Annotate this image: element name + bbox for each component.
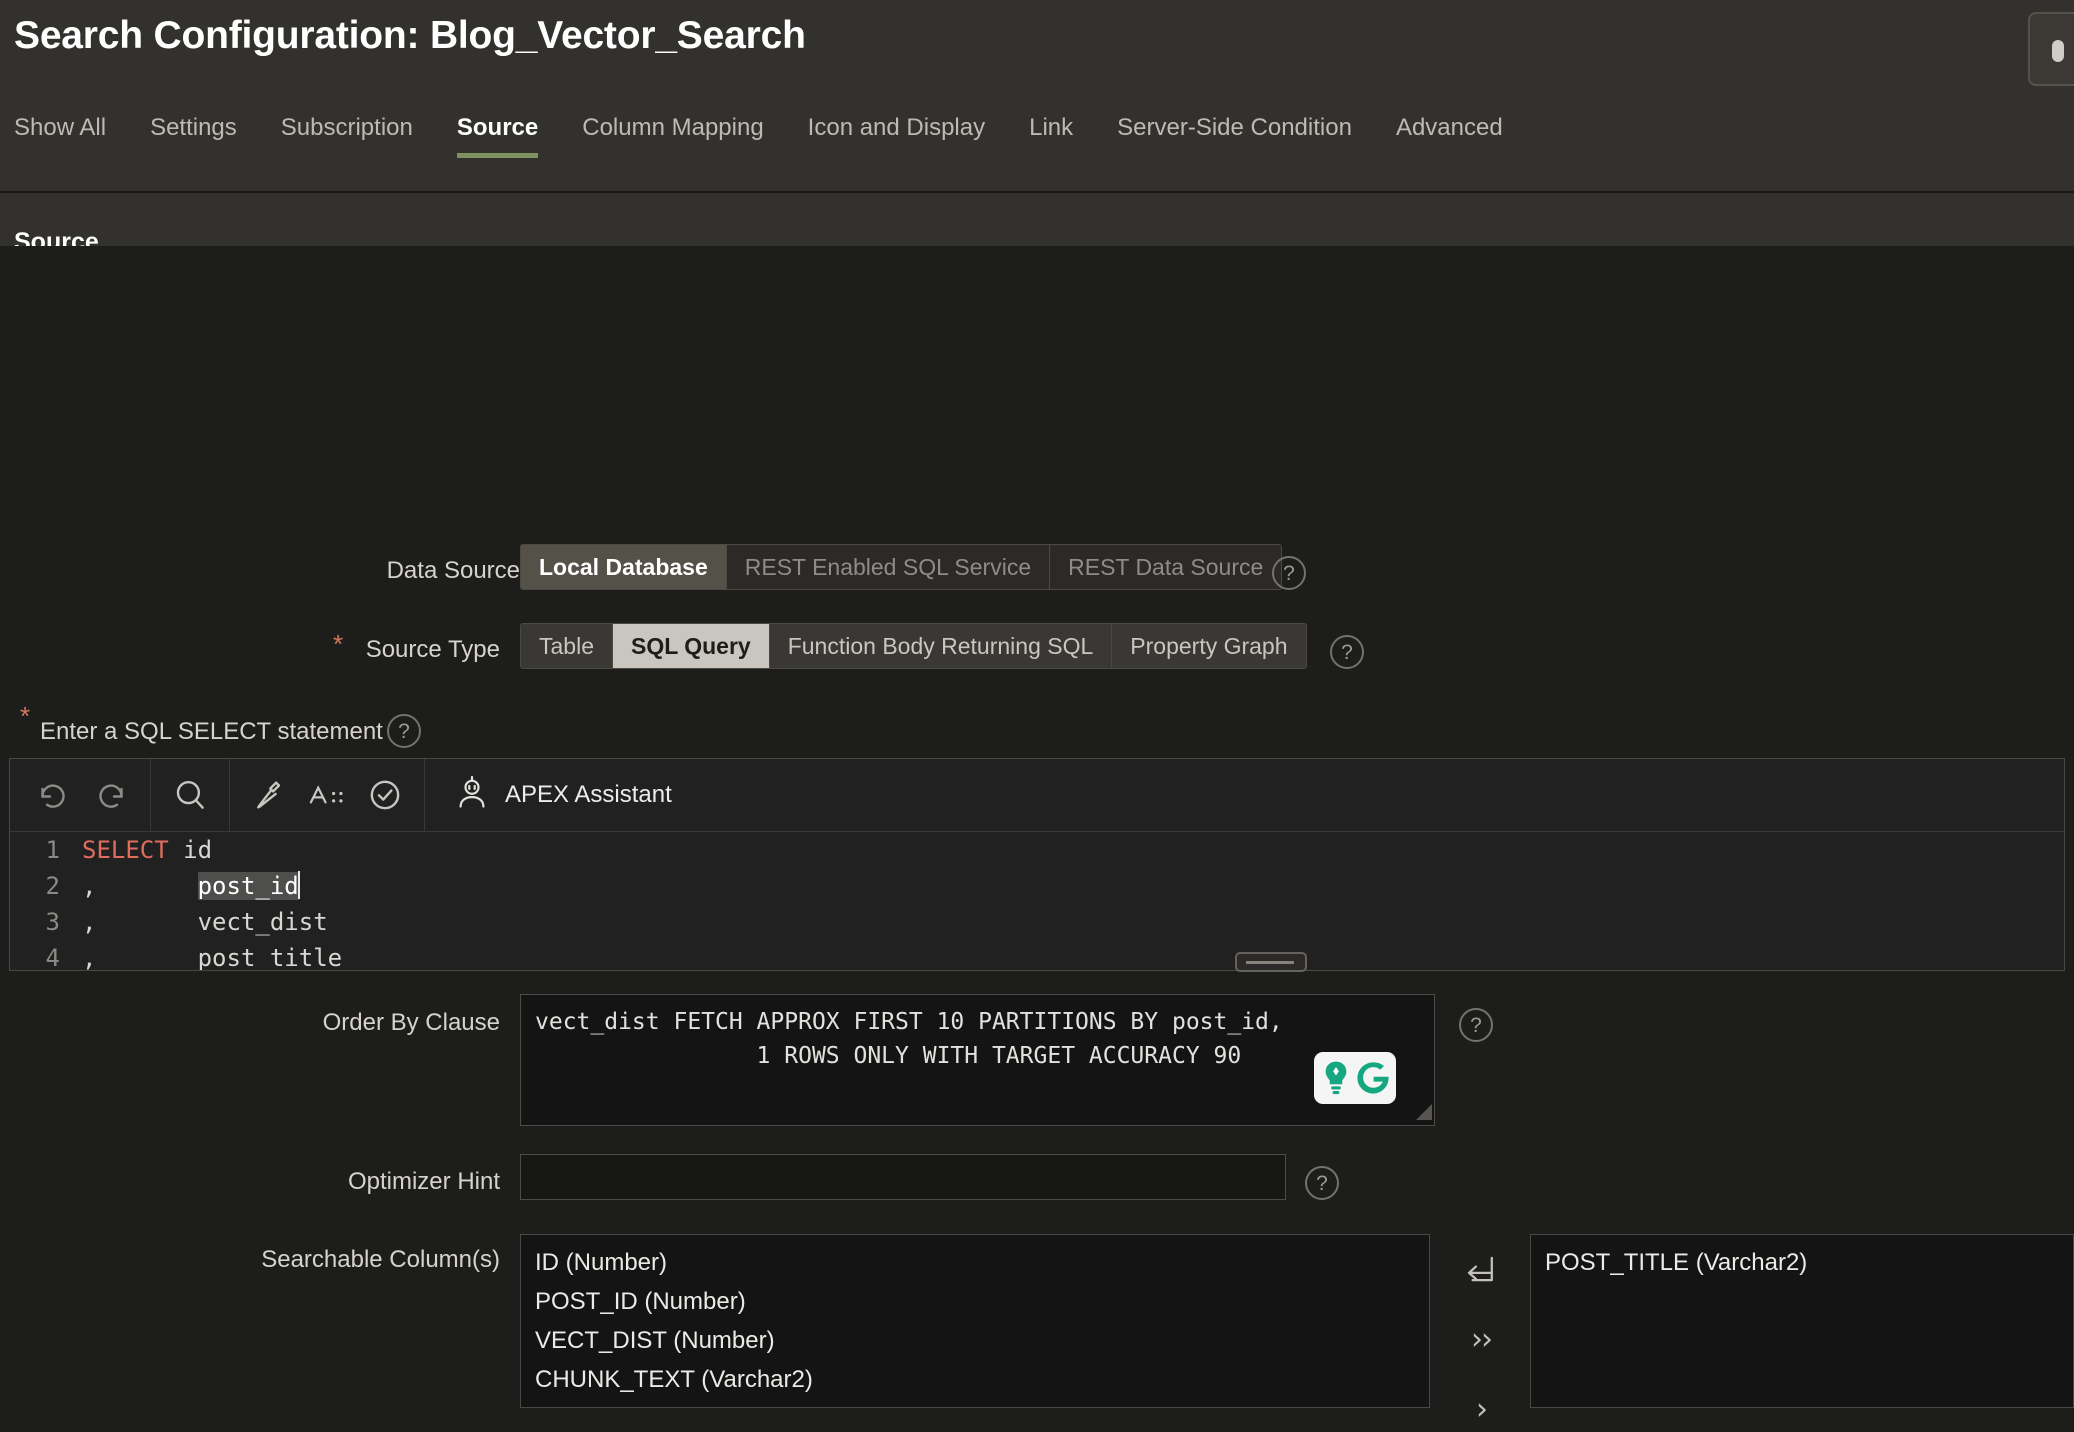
tab-label: Server-Side Condition: [1117, 114, 1352, 141]
code-line: 1 SELECT id: [10, 832, 2064, 868]
tab-label: Link: [1029, 114, 1074, 141]
optimizer-hint-input[interactable]: [520, 1154, 1286, 1200]
undo-icon[interactable]: [24, 766, 82, 824]
page-title: Search Configuration: Blog_Vector_Search: [14, 14, 806, 57]
code-line: 4 , post_title: [10, 940, 2064, 971]
tab-advanced[interactable]: Advanced: [1374, 114, 1525, 158]
tab-label: Settings: [150, 114, 237, 141]
line-number: 2: [45, 872, 60, 900]
tab-label: Advanced: [1395, 114, 1503, 141]
data-source-option-rest-enabled-sql-service[interactable]: REST Enabled SQL Service: [726, 545, 1051, 589]
tab-label: Show All: [14, 114, 107, 141]
tab-link[interactable]: Link: [1007, 114, 1095, 158]
header-divider: [0, 191, 2074, 193]
source-type-option-property-graph[interactable]: Property Graph: [1112, 624, 1306, 668]
searchable-columns-available-list[interactable]: ID (Number) POST_ID (Number) VECT_DIST (…: [520, 1234, 1430, 1408]
tab-column-mapping[interactable]: Column Mapping: [560, 114, 785, 158]
source-type-segmented: Table SQL Query Function Body Returning …: [520, 623, 1307, 669]
sql-editor-toolbar: APEX Assistant: [10, 759, 2064, 832]
tab-source[interactable]: Source: [435, 114, 560, 158]
top-right-panel-indicator: [2052, 40, 2064, 62]
editor-resize-handle[interactable]: [1235, 952, 1307, 972]
code-line: 3 , vect_dist: [10, 904, 2064, 940]
code-keyword: SELECT: [82, 836, 169, 864]
move-right-button[interactable]: ›: [1455, 1386, 1507, 1432]
order-by-clause-textarea[interactable]: [520, 994, 1435, 1126]
hammer-icon[interactable]: [240, 766, 298, 824]
data-source-segmented: Local Database REST Enabled SQL Service …: [520, 544, 1283, 590]
reset-arrow-icon[interactable]: [1455, 1246, 1507, 1292]
source-type-option-function-body-returning-sql[interactable]: Function Body Returning SQL: [769, 624, 1113, 668]
assistant-avatar-icon: [453, 774, 491, 817]
sql-editor-required-marker: *: [20, 701, 31, 731]
source-form: Data Source Local Database REST Enabled …: [0, 246, 2074, 1427]
tab-settings[interactable]: Settings: [128, 114, 259, 158]
apex-assistant-label: APEX Assistant: [505, 781, 672, 808]
code-line: 2, post_id: [10, 868, 2064, 904]
searchable-columns-selected-list[interactable]: POST_TITLE (Varchar2): [1530, 1234, 2074, 1408]
search-icon[interactable]: [161, 766, 219, 824]
searchable-columns-label: Searchable Column(s): [261, 1246, 500, 1273]
grammarly-icon[interactable]: [1314, 1052, 1396, 1104]
list-item[interactable]: CHUNK_TEXT (Varchar2): [521, 1360, 1429, 1399]
list-item[interactable]: VECT_DIST (Number): [521, 1321, 1429, 1360]
tab-server-side-condition[interactable]: Server-Side Condition: [1095, 114, 1374, 158]
line-number: 1: [45, 836, 60, 864]
chevron-right-icon: ›: [1476, 1391, 1488, 1427]
list-item[interactable]: POST_ID (Number): [521, 1282, 1429, 1321]
optimizer-hint-help-icon[interactable]: ?: [1305, 1166, 1339, 1200]
source-type-label: Source Type: [365, 636, 500, 663]
code-text: , post_title: [82, 944, 343, 971]
toolbar-separator: [424, 759, 425, 832]
apex-assistant-button[interactable]: APEX Assistant: [435, 774, 672, 817]
line-number: 3: [45, 908, 60, 936]
code-text: id: [168, 836, 213, 864]
shuttle-buttons: ›› ›: [1455, 1246, 1507, 1432]
double-chevron-right-icon: ››: [1471, 1321, 1493, 1357]
order-by-clause-help-icon[interactable]: ?: [1459, 1008, 1493, 1042]
sql-editor-help-icon[interactable]: ?: [387, 714, 421, 748]
toolbar-separator: [150, 759, 151, 832]
source-type-help-icon[interactable]: ?: [1330, 635, 1364, 669]
tab-label: Source: [456, 114, 539, 141]
text-caret: [297, 871, 300, 899]
tab-show-all[interactable]: Show All: [14, 114, 128, 158]
source-type-option-sql-query[interactable]: SQL Query: [612, 624, 770, 668]
sql-editor-label: Enter a SQL SELECT statement: [40, 718, 383, 745]
check-circle-icon[interactable]: [356, 766, 414, 824]
list-item[interactable]: POST_TITLE (Varchar2): [1531, 1243, 2073, 1282]
font-size-icon[interactable]: [298, 766, 356, 824]
tab-icon-and-display[interactable]: Icon and Display: [786, 114, 1007, 158]
data-source-label: Data Source: [386, 557, 520, 584]
data-source-option-local-database[interactable]: Local Database: [521, 545, 727, 589]
source-type-option-table[interactable]: Table: [521, 624, 613, 668]
move-all-right-button[interactable]: ››: [1455, 1316, 1507, 1362]
tab-label: Column Mapping: [582, 114, 764, 141]
optimizer-hint-label: Optimizer Hint: [347, 1168, 500, 1195]
line-number: 4: [45, 944, 60, 971]
tab-label: Icon and Display: [807, 114, 986, 141]
data-source-help-icon[interactable]: ?: [1272, 556, 1306, 590]
sql-code-editor[interactable]: APEX Assistant 1 SELECT id 2, post_id 3 , …: [9, 758, 2065, 971]
tab-subscription[interactable]: Subscription: [259, 114, 435, 158]
code-text: , vect_dist: [82, 908, 328, 936]
order-by-resize-grip[interactable]: [1416, 1104, 1432, 1120]
code-text: ,: [82, 872, 198, 900]
sql-editor-content[interactable]: 1 SELECT id 2, post_id 3, vect_dist 4, po…: [10, 832, 2064, 971]
data-source-option-rest-data-source[interactable]: REST Data Source: [1050, 545, 1282, 589]
code-selection: post_id: [197, 872, 299, 900]
settings-tabs: Show All Settings Subscription Source Co…: [0, 114, 1525, 176]
redo-icon[interactable]: [82, 766, 140, 824]
order-by-clause-label: Order By Clause: [322, 1009, 500, 1036]
top-right-panel[interactable]: [2028, 12, 2074, 86]
tab-label: Subscription: [280, 114, 413, 141]
page-header: Search Configuration: Blog_Vector_Search…: [0, 0, 2074, 256]
toolbar-separator: [229, 759, 230, 832]
list-item[interactable]: ID (Number): [521, 1243, 1429, 1282]
